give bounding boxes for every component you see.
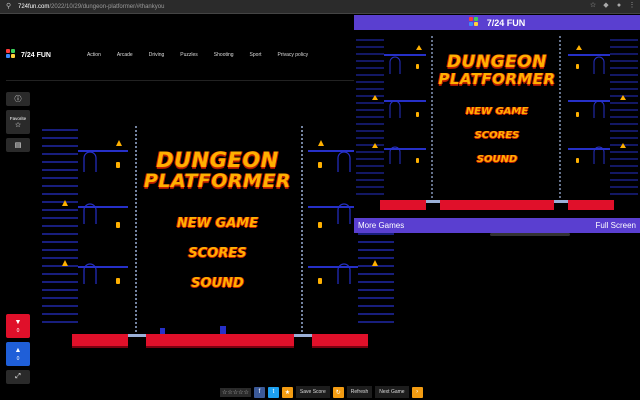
popup-game-title-line-2: PLATFORMER (438, 70, 556, 88)
favorite-button[interactable]: Favorite ☆ (6, 110, 30, 134)
nav-arcade[interactable]: Arcade (109, 52, 141, 58)
browser-actions: ☆ ◆ ● ⋮ (589, 2, 636, 10)
popup-menu-scores[interactable]: SCORES (354, 130, 640, 141)
twitter-icon: t (272, 389, 275, 395)
bookmark-icon[interactable]: ☆ (589, 2, 597, 10)
popup-menu-new-game[interactable]: NEW GAME (354, 106, 640, 117)
nav-shooting[interactable]: Shooting (206, 52, 242, 58)
fullscreen-toggle-button[interactable]: ⤢ (6, 370, 30, 384)
game-canvas-main[interactable]: DUNGEON PLATFORMER NEW GAME SCORES SOUND (40, 122, 395, 354)
game-title-line-1: DUNGEON (156, 148, 279, 172)
nav-puzzles[interactable]: Puzzles (172, 52, 206, 58)
info-icon: ⓘ (14, 96, 22, 103)
save-score-button[interactable]: Save Score (295, 386, 330, 398)
logo-text: 7/24 FUN (21, 51, 51, 59)
popup-menu-sound[interactable]: SOUND (354, 154, 640, 165)
next-game-icon-button[interactable]: › (411, 386, 423, 398)
thumbs-up-icon: ▲ (14, 346, 22, 354)
comment-button[interactable]: ▤ (6, 138, 30, 152)
menu-new-game[interactable]: NEW GAME (40, 216, 395, 231)
more-games-link[interactable]: More Games (358, 221, 404, 230)
rating-stars[interactable]: ☆☆☆☆☆ (220, 387, 251, 397)
twitter-share-button[interactable]: t (267, 386, 279, 398)
site-logo[interactable]: 7/24 FUN (6, 49, 51, 61)
site-header: 7/24 FUN Action Arcade Driving Puzzles S… (0, 40, 355, 70)
like-button[interactable]: ▲ 0 (6, 342, 30, 366)
facebook-icon: f (258, 389, 261, 395)
refresh-icon-button[interactable]: ↻ (332, 386, 344, 398)
refresh-icon: ↻ (335, 389, 341, 396)
game-canvas-popup[interactable]: DUNGEON PLATFORMER NEW GAME SCORES SOUND (354, 30, 640, 218)
comment-icon: ▤ (14, 142, 22, 149)
main-nav: Action Arcade Driving Puzzles Shooting S… (79, 52, 316, 58)
nav-privacy-policy[interactable]: Privacy policy (270, 52, 317, 58)
logo-icon (468, 16, 481, 29)
popup-title-bar: 7/24 FUN (354, 15, 640, 30)
dislike-button[interactable]: ▼ 0 (6, 314, 30, 338)
url-text[interactable]: 724fun.com/2022/10/29/dungeon-platformer… (18, 4, 164, 10)
refresh-button[interactable]: Refresh (346, 386, 373, 398)
info-button[interactable]: ⓘ (6, 92, 30, 106)
save-score-icon-button[interactable]: ★ (281, 386, 293, 398)
next-game-button[interactable]: Next Game (375, 386, 409, 398)
nav-sport[interactable]: Sport (242, 52, 270, 58)
header-divider (6, 80, 355, 81)
nav-action[interactable]: Action (79, 52, 109, 58)
facebook-share-button[interactable]: f (253, 386, 265, 398)
menu-icon[interactable]: ⋮ (628, 2, 636, 10)
popup-scrollbar[interactable] (490, 233, 570, 236)
expand-icon: ⤢ (15, 373, 21, 380)
game-title-line-2: PLATFORMER (143, 170, 292, 192)
menu-scores[interactable]: SCORES (40, 246, 395, 261)
thumbs-down-icon: ▼ (14, 318, 22, 326)
nav-driving[interactable]: Driving (141, 52, 173, 58)
trophy-icon: ★ (284, 389, 291, 396)
full-screen-link[interactable]: Full Screen (596, 221, 636, 230)
like-count: 0 (16, 355, 20, 362)
arrow-right-icon: › (416, 389, 419, 395)
browser-url-bar[interactable]: ⚲ 724fun.com/2022/10/29/dungeon-platform… (0, 0, 640, 14)
lock-icon: ⚲ (6, 2, 12, 10)
game-toolbar: ☆☆☆☆☆ f t ★ Save Score ↻ Refresh Next Ga… (220, 386, 423, 398)
popup-game-title-line-1: DUNGEON (447, 52, 547, 72)
popup-bottom-bar: More Games Full Screen (354, 218, 640, 233)
menu-sound[interactable]: SOUND (40, 276, 395, 291)
extensions-icon[interactable]: ◆ (602, 2, 610, 10)
popup-title-text: 7/24 FUN (486, 17, 526, 28)
dislike-count: 0 (16, 327, 20, 334)
logo-icon (6, 49, 18, 61)
star-icon: ☆ (14, 121, 22, 129)
profile-icon[interactable]: ● (615, 2, 623, 10)
